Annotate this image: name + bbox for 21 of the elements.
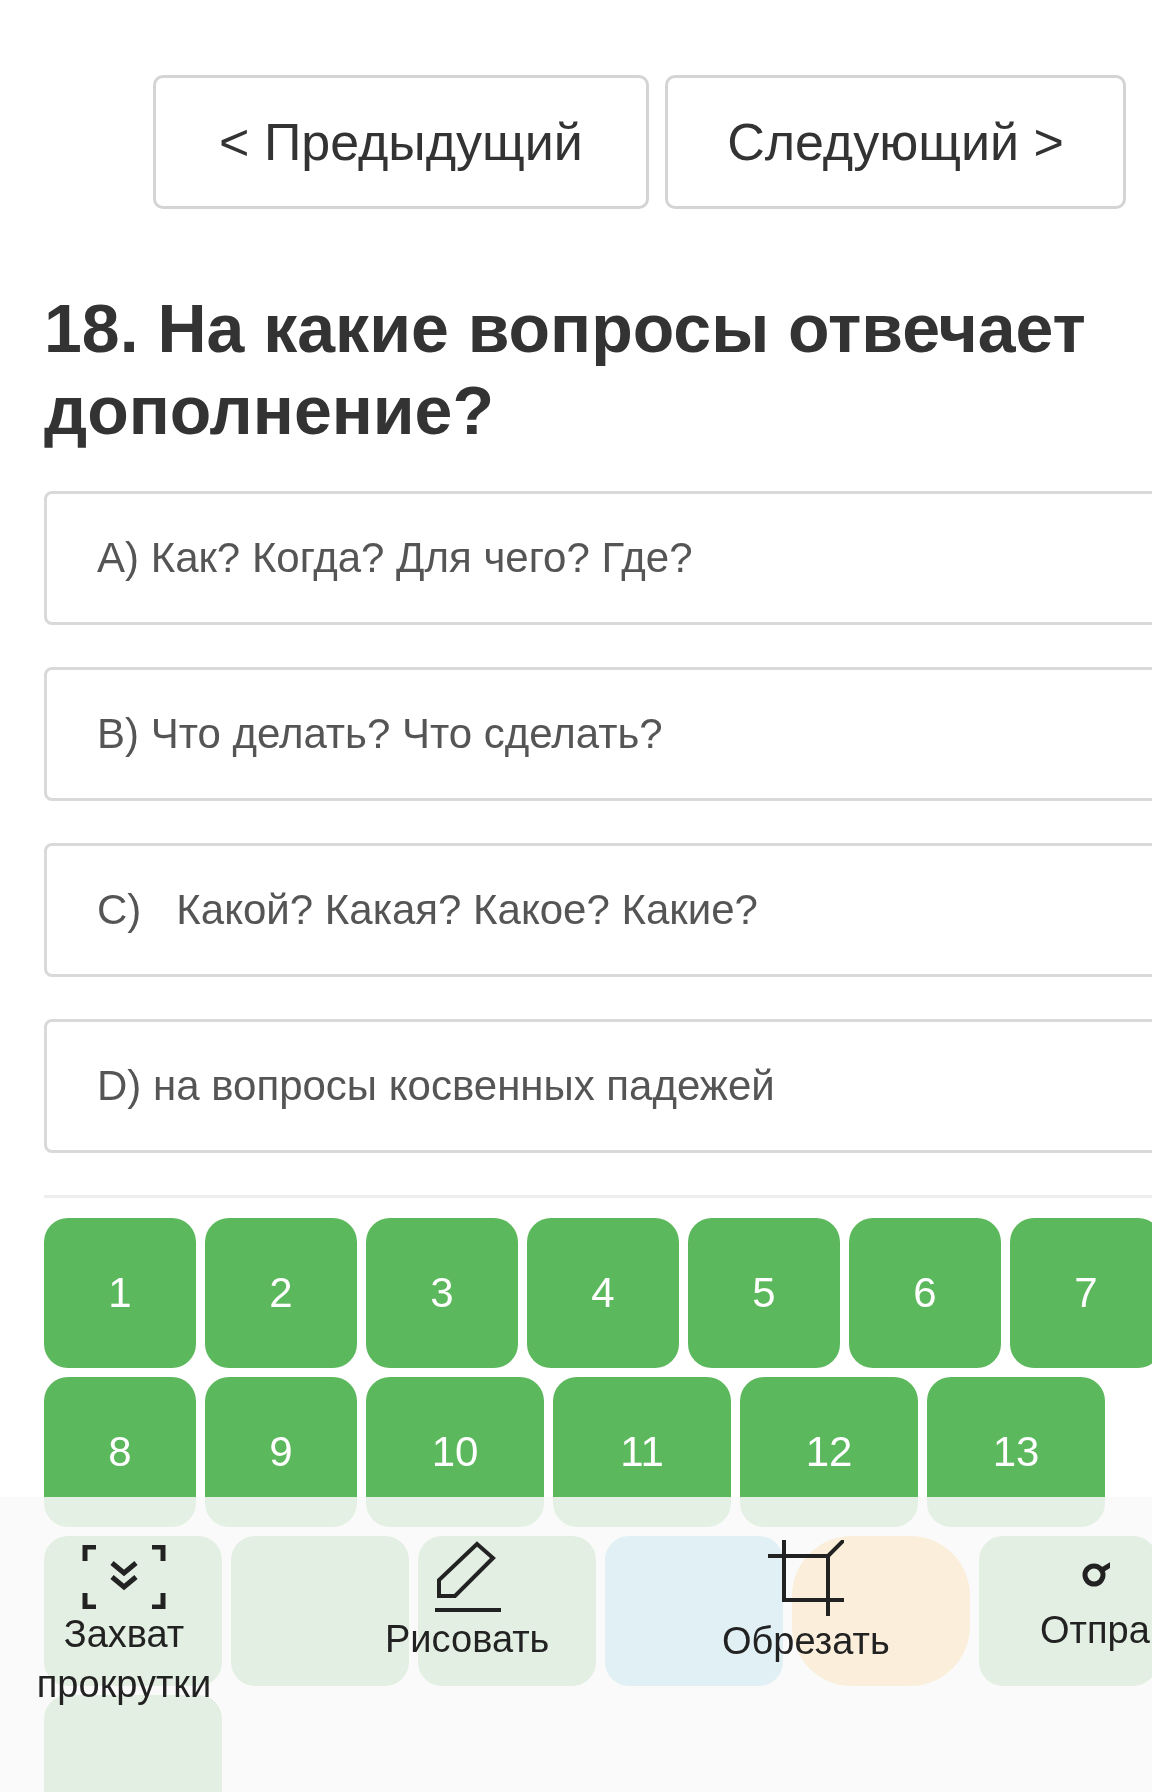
next-button[interactable]: Следующий >	[665, 75, 1126, 209]
previous-button[interactable]: < Предыдущий	[153, 75, 649, 209]
crop-tool-button[interactable]: Обрезать	[722, 1540, 890, 1666]
answer-option[interactable]: C) Какой? Какая? Какое? Какие?	[44, 843, 1152, 977]
question-title: 18. На какие вопросы отвечает дополнение?	[44, 289, 1087, 450]
question-number-button[interactable]: 2	[205, 1218, 357, 1368]
question-number-button[interactable]: 6	[849, 1218, 1001, 1368]
answer-option[interactable]: B) Что делать? Что сделать?	[44, 667, 1152, 801]
question-number-button[interactable]: 5	[688, 1218, 840, 1368]
question-number-button[interactable]: 3	[366, 1218, 518, 1368]
question-number-button[interactable]	[979, 1536, 1152, 1686]
answer-option[interactable]: A) Как? Когда? Для чего? Где?	[44, 491, 1152, 625]
answer-option[interactable]: D) на вопросы косвенных падежей	[44, 1019, 1152, 1153]
question-number-button[interactable]: 1	[44, 1218, 196, 1368]
question-number-button[interactable]: 4	[527, 1218, 679, 1368]
question-number-button[interactable]: 7	[1010, 1218, 1152, 1368]
crop-icon	[767, 1540, 844, 1616]
scroll-tool-button[interactable]: Захват прокрутки	[34, 1545, 214, 1709]
share-tool-button[interactable]: Отпра	[1040, 1545, 1150, 1655]
draw-tool-button[interactable]: Рисовать	[385, 1540, 550, 1664]
scroll-capture-icon	[82, 1545, 166, 1609]
